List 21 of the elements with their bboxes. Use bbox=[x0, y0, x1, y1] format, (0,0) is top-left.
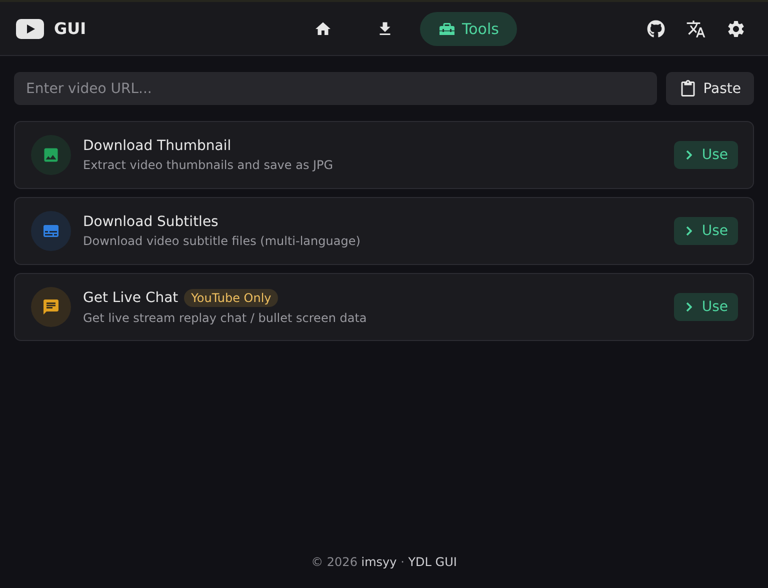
paste-button[interactable]: Paste bbox=[666, 72, 754, 105]
url-input-field[interactable]: Enter video URL... bbox=[14, 72, 658, 105]
app-title: GUI bbox=[54, 19, 86, 38]
use-button[interactable]: Use bbox=[674, 293, 738, 321]
play-logo-icon bbox=[16, 18, 44, 38]
tool-title: Download Thumbnail bbox=[83, 138, 232, 154]
chevron-icon bbox=[686, 302, 692, 312]
tool-title: Download Subtitles bbox=[83, 214, 218, 230]
use-button[interactable]: Use bbox=[674, 141, 738, 169]
tool-title: Get Live Chat bbox=[83, 290, 178, 306]
tool-description: Extract video thumbnails and save as JPG bbox=[83, 158, 334, 172]
tool-description: Get live stream replay chat / bullet screen data bbox=[83, 311, 368, 325]
chevron-icon bbox=[686, 226, 692, 236]
tool-badge: YouTube Only bbox=[184, 289, 278, 307]
footer-text: © 2026 imsyy · YDL GUI bbox=[311, 555, 457, 569]
tools-tab[interactable]: Tools bbox=[420, 12, 517, 46]
chevron-icon bbox=[686, 150, 692, 160]
home-icon bbox=[314, 20, 332, 38]
tool-description: Download video subtitle files (multi-language) bbox=[83, 234, 362, 248]
use-button[interactable]: Use bbox=[674, 217, 738, 245]
clipboard-icon bbox=[679, 80, 698, 98]
